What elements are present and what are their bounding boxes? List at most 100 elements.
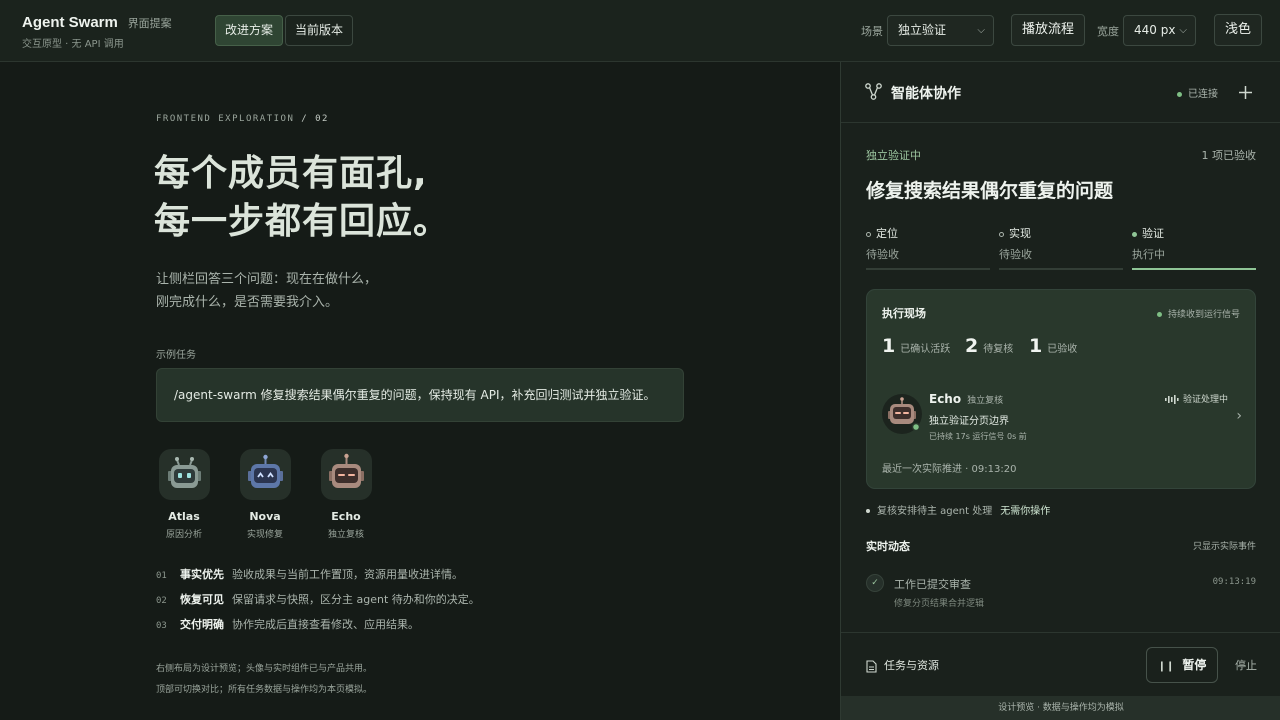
robot-icon bbox=[247, 454, 283, 488]
note-text: 复核安排待主 agent 处理 bbox=[877, 506, 993, 517]
principle-item: 03 交付明确 协作完成后直接查看修改、应用结果。 bbox=[156, 616, 419, 631]
scroll-fade bbox=[841, 620, 1280, 632]
width-select-value: 440 px bbox=[1134, 23, 1176, 37]
network-icon bbox=[865, 83, 882, 100]
stat-label: 已验收 bbox=[1047, 344, 1078, 355]
avatar bbox=[239, 449, 291, 500]
step-label: 实现 bbox=[1009, 227, 1031, 240]
bullet-icon bbox=[866, 509, 870, 513]
active-agent-row[interactable]: Echo 独立复核 独立验证分页边界 已持续 17s 运行信号 0s 前 验证处理… bbox=[882, 390, 1242, 441]
task-title: 修复搜索结果偶尔重复的问题 bbox=[866, 180, 1114, 202]
connection-status: 已连接 bbox=[1177, 85, 1218, 100]
waveform-icon bbox=[1164, 395, 1179, 404]
handoff-note: 复核安排待主 agent 处理 无需你操作 bbox=[866, 502, 1050, 517]
stop-button[interactable]: 停止 bbox=[1235, 657, 1257, 673]
footnote: 右侧布局为设计预览；头像与实时组件已与产品共用。 bbox=[156, 664, 373, 674]
chevron-right-icon[interactable]: › bbox=[1236, 408, 1242, 424]
kicker-number: / 02 bbox=[301, 114, 329, 124]
chevron-down-icon: ⌵ bbox=[1179, 25, 1187, 36]
hero-heading: 每个成员有面孔, 每一步都有回应。 bbox=[154, 150, 450, 246]
agent-nova[interactable]: Nova 实现修复 bbox=[230, 449, 300, 540]
brand: Agent Swarm 界面提案 交互原型 · 无 API 调用 bbox=[22, 14, 172, 50]
status-dot-icon bbox=[1156, 312, 1162, 317]
stat-active: 1 已确认活跃 bbox=[882, 335, 950, 357]
avatar bbox=[320, 449, 372, 500]
lead-line-2: 刚完成什么，是否需要我介入。 bbox=[156, 295, 339, 310]
step-verify[interactable]: 验证 执行中 bbox=[1132, 225, 1256, 270]
stat-number: 1 bbox=[1029, 335, 1043, 357]
panel-title: 智能体协作 bbox=[891, 86, 961, 102]
footnote: 顶部可切换对比；所有任务数据与操作均为本页模拟。 bbox=[156, 685, 373, 695]
stat-number: 1 bbox=[882, 335, 896, 357]
feed-filter[interactable]: 只显示实际事件 bbox=[1193, 539, 1256, 552]
step-label: 定位 bbox=[876, 227, 898, 240]
example-task[interactable]: /agent-swarm 修复搜索结果偶尔重复的问题，保持现有 API，补充回归… bbox=[156, 368, 684, 422]
play-flow-button[interactable]: 播放流程 bbox=[1011, 14, 1086, 46]
panel-footer: 任务与资源 ❙❙ 暂停 停止 bbox=[841, 632, 1280, 696]
agent-name-text: Echo bbox=[929, 392, 962, 406]
step-dot-icon bbox=[866, 231, 871, 237]
principle-item: 01 事实优先 验收成果与当前工作置顶，资源用量收进详情。 bbox=[156, 566, 463, 581]
stat-label: 已确认活跃 bbox=[900, 344, 951, 355]
scene-select[interactable]: 独立验证 ⌵ bbox=[887, 15, 994, 46]
note-action: 无需你操作 bbox=[1000, 506, 1051, 517]
agent-atlas[interactable]: Atlas 原因分析 bbox=[149, 449, 219, 540]
agent-echo[interactable]: Echo 独立复核 bbox=[311, 449, 381, 540]
kicker-text: FRONTEND EXPLORATION bbox=[156, 114, 295, 124]
principle-text: 协作完成后直接查看修改、应用结果。 bbox=[232, 618, 419, 631]
robot-icon bbox=[888, 397, 921, 432]
resources-button[interactable]: 任务与资源 bbox=[866, 657, 939, 673]
stat-label: 待复核 bbox=[983, 344, 1014, 355]
step-name: 实现 bbox=[999, 225, 1123, 241]
scene-label: 场景 bbox=[861, 25, 883, 38]
app-title: Agent Swarm bbox=[22, 14, 118, 31]
principle-text: 验收成果与当前工作置顶，资源用量收进详情。 bbox=[232, 568, 463, 581]
task-status: 独立验证中 bbox=[866, 149, 921, 162]
step-name: 验证 bbox=[1132, 225, 1256, 241]
width-label: 宽度 bbox=[1097, 25, 1119, 38]
resources-label: 任务与资源 bbox=[884, 659, 939, 672]
tab-improved[interactable]: 改进方案 bbox=[215, 15, 284, 46]
hero-line-1: 每个成员有面孔, bbox=[154, 153, 428, 194]
plus-icon[interactable] bbox=[1238, 85, 1253, 100]
lead-line-1: 让侧栏回答三个问题：现在在做什么， bbox=[156, 272, 378, 287]
connection-text: 已连接 bbox=[1188, 89, 1218, 100]
avatar bbox=[882, 394, 922, 434]
intro-section: FRONTEND EXPLORATION / 02 每个成员有面孔, 每一步都有… bbox=[0, 62, 840, 720]
robot-icon bbox=[328, 453, 364, 488]
live-title: 执行现场 bbox=[882, 307, 926, 320]
app-subtitle: 界面提案 bbox=[127, 17, 172, 30]
kicker: FRONTEND EXPLORATION / 02 bbox=[156, 114, 329, 124]
theme-toggle-button[interactable]: 浅色 bbox=[1214, 14, 1263, 46]
agent-meta: 已持续 17s 运行信号 0s 前 bbox=[929, 432, 1027, 441]
processing-text: 验证处理中 bbox=[1182, 395, 1228, 405]
principle-title: 事实优先 bbox=[180, 568, 224, 581]
processing-status: 验证处理中 bbox=[1164, 392, 1228, 405]
principle-item: 02 恢复可见 保留请求与快照，区分主 agent 待办和你的决定。 bbox=[156, 591, 480, 606]
status-dot-icon bbox=[1177, 91, 1182, 97]
robot-icon bbox=[167, 457, 201, 488]
document-icon bbox=[866, 659, 877, 673]
width-select[interactable]: 440 px ⌵ bbox=[1123, 15, 1196, 46]
principle-number: 03 bbox=[156, 621, 167, 631]
step-locate[interactable]: 定位 待验收 bbox=[866, 225, 990, 270]
principle-text: 保留请求与快照，区分主 agent 待办和你的决定。 bbox=[232, 593, 480, 606]
pause-button[interactable]: ❙❙ 暂停 bbox=[1146, 647, 1218, 683]
scene-select-value: 独立验证 bbox=[898, 23, 947, 37]
live-card: 执行现场 持续收到运行信号 1 已确认活跃 2 待复核 1 已验收 Echo 独… bbox=[866, 289, 1256, 489]
step-state: 执行中 bbox=[1132, 248, 1165, 261]
pause-icon: ❙❙ bbox=[1157, 661, 1175, 672]
principle-title: 交付明确 bbox=[180, 618, 224, 631]
accepted-count: 1 项已验收 bbox=[1201, 149, 1257, 162]
agent-role: 实现修复 bbox=[246, 530, 283, 540]
step-dot-icon bbox=[1132, 231, 1137, 237]
agent-name: Echo bbox=[331, 510, 361, 523]
stat-number: 2 bbox=[965, 335, 979, 357]
agent-task: 独立验证分页边界 bbox=[929, 416, 1009, 427]
panel-header: 智能体协作 已连接 bbox=[841, 62, 1280, 123]
chevron-down-icon: ⌵ bbox=[977, 25, 985, 36]
event-title: 工作已提交审查 bbox=[894, 578, 971, 591]
step-implement[interactable]: 实现 待验收 bbox=[999, 225, 1123, 270]
agent-name: Echo 独立复核 bbox=[929, 392, 1003, 406]
tab-current[interactable]: 当前版本 bbox=[285, 15, 354, 46]
